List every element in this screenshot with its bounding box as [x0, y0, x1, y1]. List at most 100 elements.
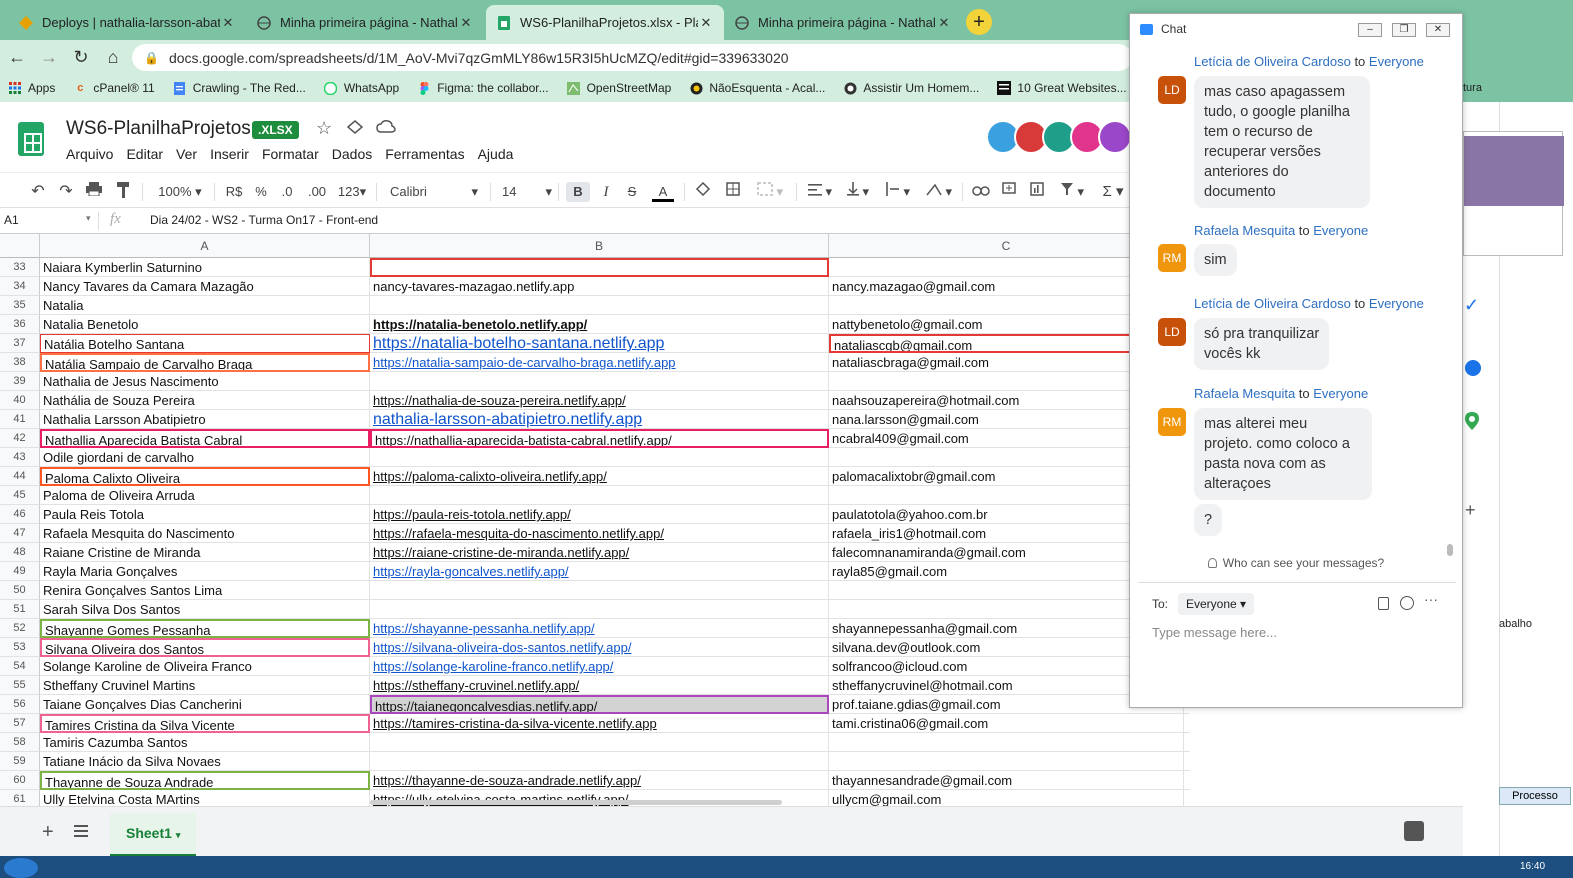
- message-bubble[interactable]: só pra tranquilizar vocês kk: [1194, 318, 1330, 370]
- bookmark-whatsapp[interactable]: WhatsApp: [324, 81, 399, 95]
- cell-b[interactable]: https://paloma-calixto-oliveira.netlify.…: [370, 467, 829, 486]
- cell-a[interactable]: Nathallia Aparecida Batista Cabral: [40, 429, 370, 448]
- cell-a[interactable]: Paloma de Oliveira Arruda: [40, 486, 370, 505]
- currency-button[interactable]: R$: [222, 182, 246, 202]
- cell-a[interactable]: Shayanne Gomes Pessanha: [40, 619, 370, 638]
- cell-a[interactable]: Tamiris Cazumba Santos: [40, 733, 370, 752]
- cell-d[interactable]: [1184, 752, 1190, 771]
- bookmark-apps[interactable]: Apps: [8, 81, 55, 95]
- print-icon[interactable]: [84, 182, 104, 202]
- row-number[interactable]: 47: [0, 524, 40, 543]
- cell-c[interactable]: [829, 752, 1184, 771]
- video-thumbnail[interactable]: [1463, 131, 1564, 256]
- move-icon[interactable]: [346, 119, 364, 135]
- row-number[interactable]: 33: [0, 258, 40, 277]
- cell-a[interactable]: Nathália de Souza Pereira: [40, 391, 370, 410]
- tasks-icon[interactable]: ✓: [1464, 295, 1479, 316]
- row-number[interactable]: 38: [0, 353, 40, 372]
- sheets-logo-icon[interactable]: [18, 122, 44, 156]
- cell-b[interactable]: [370, 733, 829, 752]
- column-header-b[interactable]: B: [370, 234, 829, 258]
- font-size-select[interactable]: 14 ▾: [496, 182, 554, 202]
- bookmark-crawling[interactable]: Crawling - The Red...: [173, 81, 306, 95]
- cell-b[interactable]: [370, 486, 829, 505]
- cell-b[interactable]: [370, 448, 829, 467]
- row-number[interactable]: 44: [0, 467, 40, 486]
- close-icon[interactable]: ✕: [220, 15, 236, 31]
- contacts-icon[interactable]: [1465, 360, 1481, 376]
- cell-a[interactable]: Natália Sampaio de Carvalho Braga: [40, 353, 370, 372]
- cell-d[interactable]: [1184, 790, 1190, 806]
- explore-icon[interactable]: [1404, 821, 1424, 841]
- borders-icon[interactable]: [722, 182, 744, 202]
- browser-tab[interactable]: Deploys | nathalia-larsson-abatip ✕: [8, 5, 246, 40]
- cell-b[interactable]: https://raiane-cristine-de-miranda.netli…: [370, 543, 829, 562]
- cell-a[interactable]: Naiara Kymberlin Saturnino: [40, 258, 370, 277]
- decrease-decimal-button[interactable]: .0: [276, 182, 298, 202]
- cell-a[interactable]: Renira Gonçalves Santos Lima: [40, 581, 370, 600]
- cell-a[interactable]: Nancy Tavares da Camara Mazagão: [40, 277, 370, 296]
- cell-a[interactable]: Stheffany Cruvinel Martins: [40, 676, 370, 695]
- who-can-see-link[interactable]: Who can see your messages?: [1130, 556, 1462, 570]
- close-icon[interactable]: ✕: [698, 15, 714, 31]
- more-options-icon[interactable]: ···: [1424, 591, 1438, 607]
- cell-b[interactable]: [370, 752, 829, 771]
- more-formats-select[interactable]: 123▾: [334, 182, 370, 202]
- cell-b[interactable]: https://nathallia-aparecida-batista-cabr…: [370, 429, 829, 448]
- cell-a[interactable]: Natália Botelho Santana: [40, 334, 370, 353]
- row-number[interactable]: 36: [0, 315, 40, 334]
- cell-c[interactable]: ullycm@gmail.com: [829, 790, 1184, 806]
- menu-inserir[interactable]: Inserir: [210, 146, 249, 162]
- file-icon[interactable]: [1378, 597, 1389, 610]
- fill-color-icon[interactable]: [692, 181, 714, 202]
- cell-c[interactable]: tami.cristina06@gmail.com: [829, 714, 1184, 733]
- row-number[interactable]: 57: [0, 714, 40, 733]
- row-number[interactable]: 45: [0, 486, 40, 505]
- add-sheet-button[interactable]: +: [42, 821, 54, 844]
- message-bubble[interactable]: ?: [1194, 504, 1223, 536]
- bookmark-assistir[interactable]: Assistir Um Homem...: [843, 81, 979, 95]
- cell-b[interactable]: https://natalia-botelho-santana.netlify.…: [370, 334, 829, 353]
- cell-b[interactable]: https://silvana-oliveira-dos-santos.netl…: [370, 638, 829, 657]
- chat-scrollbar-thumb[interactable]: [1447, 544, 1453, 556]
- cell-a[interactable]: Nathalia Larsson Abatipietro: [40, 410, 370, 429]
- sheet-tab-sheet1[interactable]: Sheet1 ▾: [110, 813, 196, 857]
- name-box[interactable]: A1 ▾: [4, 213, 94, 227]
- cell-b[interactable]: https://nathalia-de-souza-pereira.netlif…: [370, 391, 829, 410]
- row-number[interactable]: 39: [0, 372, 40, 391]
- cell-b[interactable]: https://natalia-sampaio-de-carvalho-brag…: [370, 353, 829, 372]
- cell-a[interactable]: Paloma Calixto Oliveira: [40, 467, 370, 486]
- row-number[interactable]: 35: [0, 296, 40, 315]
- cell-a[interactable]: Natalia: [40, 296, 370, 315]
- cell-a[interactable]: Tamires Cristina da Silva Vicente: [40, 714, 370, 733]
- menu-ferramentas[interactable]: Ferramentas: [385, 146, 464, 162]
- forward-icon[interactable]: →: [38, 46, 60, 68]
- emoji-icon[interactable]: [1400, 596, 1414, 610]
- cloud-status-icon[interactable]: [376, 120, 396, 134]
- cell-b[interactable]: [370, 600, 829, 619]
- formula-input[interactable]: Dia 24/02 - WS2 - Turma On17 - Front-end: [150, 213, 378, 227]
- row-number[interactable]: 53: [0, 638, 40, 657]
- column-header-a[interactable]: A: [40, 234, 370, 258]
- row-number[interactable]: 52: [0, 619, 40, 638]
- processo-button[interactable]: Processo: [1499, 787, 1571, 805]
- row-number[interactable]: 46: [0, 505, 40, 524]
- italic-button[interactable]: I: [596, 182, 616, 202]
- cell-a[interactable]: Rafaela Mesquita do Nascimento: [40, 524, 370, 543]
- align-horizontal-icon[interactable]: ▾: [804, 182, 836, 202]
- insert-chart-icon[interactable]: [1026, 182, 1048, 202]
- zoom-select[interactable]: 100% ▾: [152, 182, 208, 202]
- row-number[interactable]: 34: [0, 277, 40, 296]
- row-number[interactable]: 56: [0, 695, 40, 714]
- message-bubble[interactable]: mas alterei meu projeto. como coloco a p…: [1194, 408, 1372, 500]
- cell-b[interactable]: https://paula-reis-totola.netlify.app/: [370, 505, 829, 524]
- text-wrap-icon[interactable]: ▾: [882, 182, 914, 202]
- horizontal-scrollbar[interactable]: [370, 800, 782, 805]
- cell-a[interactable]: Raiane Cristine de Miranda: [40, 543, 370, 562]
- recipient-select[interactable]: Everyone ▾: [1178, 593, 1255, 615]
- cell-b[interactable]: https://rafaela-mesquita-do-nascimento.n…: [370, 524, 829, 543]
- cell-c[interactable]: thayannesandrade@gmail.com: [829, 771, 1184, 790]
- cell-b[interactable]: nathalia-larsson-abatipietro.netlify.app: [370, 410, 829, 429]
- menu-dados[interactable]: Dados: [332, 146, 372, 162]
- cell-d[interactable]: [1184, 771, 1190, 790]
